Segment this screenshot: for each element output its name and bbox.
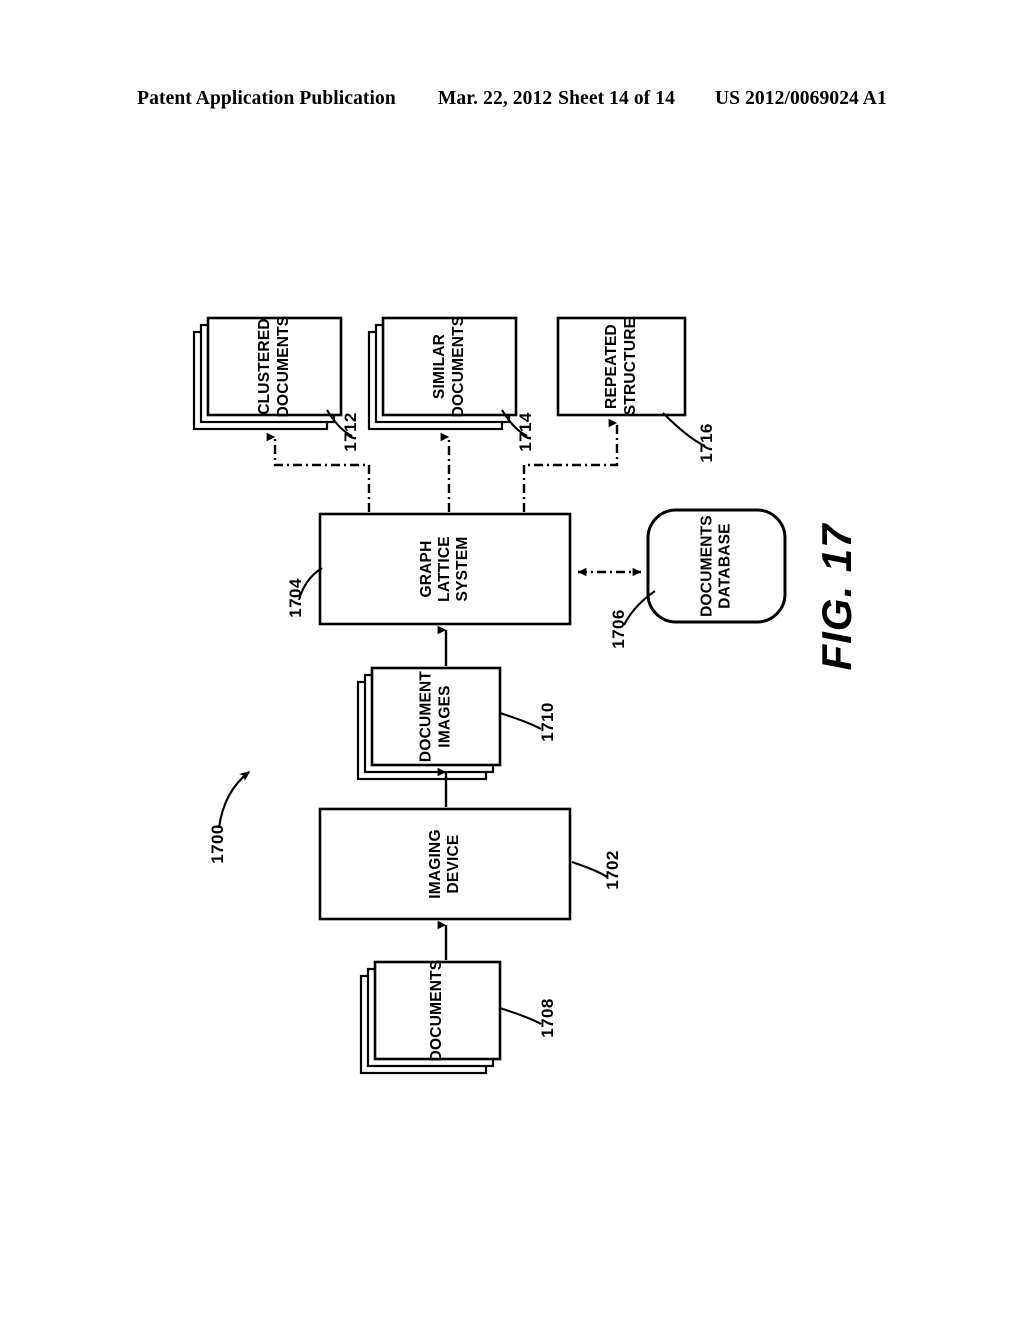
- diagram-canvas: [192, 316, 787, 1075]
- leader-1700: [217, 771, 251, 829]
- node-documents: [359, 960, 502, 1075]
- node-documents-database: [646, 508, 787, 624]
- node-graph-lattice-system: [318, 512, 572, 626]
- leader-1716: [662, 412, 706, 447]
- leader-1704: [297, 567, 323, 601]
- node-similar-documents: [367, 316, 518, 431]
- leader-1710: [499, 712, 542, 730]
- node-document-images: [356, 666, 502, 781]
- figure-17-diagram: [0, 0, 1024, 1320]
- node-imaging-device: [318, 807, 572, 921]
- edge-graph-lattice-to-repeated-structure: [522, 418, 619, 512]
- leader-1708: [499, 1007, 542, 1025]
- edge-graph-lattice-to-clustered-documents: [266, 432, 371, 512]
- node-repeated-structure: [556, 316, 687, 417]
- node-clustered-documents: [192, 316, 343, 431]
- leader-1702: [571, 861, 608, 878]
